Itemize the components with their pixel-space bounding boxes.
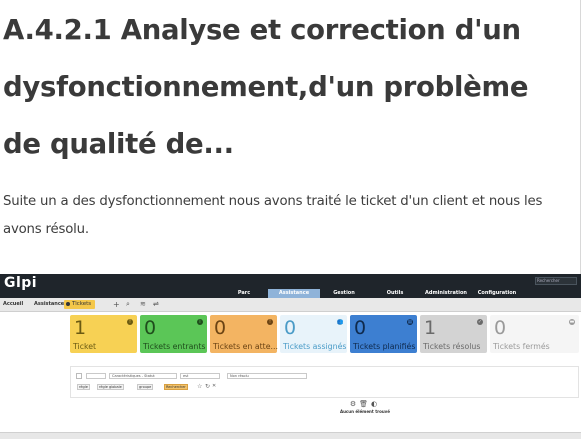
tile-ticket[interactable]: 1 ! Ticket [70,315,137,353]
tile-attente-count: 0 [214,317,227,339]
criteria-link-select[interactable] [86,373,106,379]
tile-attente-label: Tickets en atte... [213,342,278,351]
add-icon[interactable]: + [113,300,120,309]
glpi-screenshot: Glpi Rechercher Parc Assistance Gestion … [0,274,581,439]
breadcrumb-home[interactable]: Accueil [3,301,23,307]
search-criteria-panel: Caractéristiques - Statut est Non résolu… [70,366,579,398]
star-icon[interactable]: ☆ [197,383,202,390]
tile-tickets-en-attente[interactable]: 0 ! Tickets en atte... [210,315,278,353]
search-input[interactable]: Rechercher [535,277,577,285]
criteria-value-select[interactable]: Non résolu [227,373,307,379]
article-title: A.4.2.1 Analyse et correction d'un dysfo… [3,14,529,160]
toggle-icon[interactable]: ◐ [371,400,380,408]
add-rule-button[interactable]: règle [77,384,90,390]
tile-resolus-count: 1 [424,317,437,339]
glpi-topbar: Glpi Rechercher Parc Assistance Gestion … [0,274,581,298]
layers-icon[interactable]: ≋ [140,300,146,309]
menu-item-configuration[interactable]: Configuration [472,289,522,298]
empty-results: ⚙🗑◐ Aucun élément trouvé [320,400,410,414]
tile-tickets-fermes[interactable]: 0 ▬ Tickets fermés [490,315,579,353]
menu-item-assistance[interactable]: Assistance [268,289,320,298]
result-actions: ⚙🗑◐ [320,400,410,408]
menu-item-parc[interactable]: Parc [224,289,264,298]
search-button[interactable]: Rechercher [164,384,188,390]
menu-item-outils[interactable]: Outils [374,289,416,298]
tile-entrants-label: Tickets entrants [143,342,206,351]
ticket-count-icon [66,302,70,306]
breadcrumb-current-tickets[interactable]: Tickets [64,300,96,309]
archive-icon: ▬ [569,319,575,325]
article-paragraph: Suite un a des dysfonctionnement nous av… [3,194,543,237]
trash-icon[interactable]: 🗑 [359,400,371,408]
tile-planifies-count: 0 [354,317,367,339]
menu-item-gestion[interactable]: Gestion [322,289,366,298]
shuffle-icon[interactable]: ⇌ [153,300,159,309]
alert-icon: ! [127,319,133,325]
users-icon: 👥 [337,319,344,325]
tile-tickets-assignes[interactable]: 0 👥 Tickets assignés [280,315,347,353]
criteria-operator-select[interactable]: est [180,373,220,379]
tile-entrants-count: 0 [144,317,157,339]
tile-assignes-label: Tickets assignés [283,342,347,351]
alert-icon: ! [267,319,273,325]
tile-ticket-count: 1 [74,317,87,339]
tile-tickets-planifies[interactable]: 0 ▦ Tickets planifiés [350,315,417,353]
empty-message: Aucun élément trouvé [339,409,391,414]
tile-fermes-label: Tickets fermés [493,342,550,351]
add-global-rule-button[interactable]: règle globale [97,384,124,390]
tile-assignes-count: 0 [284,317,297,339]
reset-icon[interactable]: ↻ [205,383,210,390]
search-icon[interactable]: ⌕ [126,300,130,309]
main-menu: Parc Assistance Gestion Outils Administr… [0,289,581,298]
tile-fermes-count: 0 [494,317,507,339]
article: A.4.2.1 Analyse et correction d'un dysfo… [0,0,581,274]
settings-icon[interactable]: ⚙ [350,400,359,408]
tile-planifies-label: Tickets planifiés [353,342,416,351]
add-group-button[interactable]: groupe [137,384,154,390]
tile-resolus-label: Tickets résolus [423,342,481,351]
close-icon[interactable]: ✕ [212,383,216,389]
criteria-checkbox[interactable] [76,373,82,379]
criteria-field-select[interactable]: Caractéristiques - Statut [109,373,177,379]
breadcrumb-current-label: Tickets [72,301,92,307]
tile-tickets-resolus[interactable]: 1 ✓ Tickets résolus [420,315,487,353]
calendar-icon: ▦ [407,319,413,325]
breadcrumb: Accueil Assistance Tickets + ⌕ ≋ ⇌ [0,298,581,312]
footer-bar [0,432,581,439]
info-icon: i [197,319,203,325]
tile-ticket-label: Ticket [73,342,97,351]
menu-item-administration[interactable]: Administration [418,289,474,298]
tile-tickets-entrants[interactable]: 0 i Tickets entrants [140,315,207,353]
breadcrumb-assistance[interactable]: Assistance [34,301,64,307]
check-icon: ✓ [477,319,483,325]
